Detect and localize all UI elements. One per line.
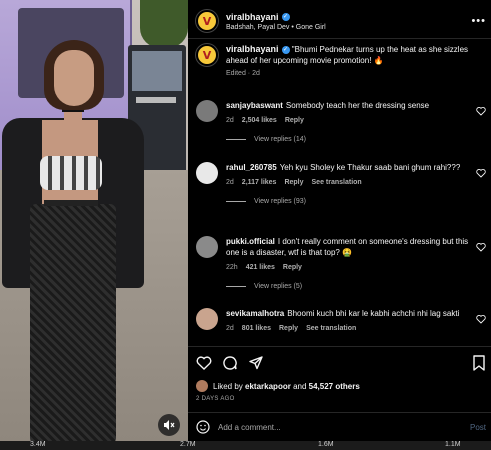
- post-modal: V viralbhayani ✓ Badshah, Payal Dev • Gon…: [0, 0, 491, 450]
- comment-icon[interactable]: [222, 355, 238, 371]
- likes-count[interactable]: 54,527 others: [309, 382, 360, 391]
- avatar[interactable]: V: [196, 10, 218, 32]
- reel-view-count[interactable]: 1.1M: [445, 441, 461, 448]
- reply-button[interactable]: Reply: [279, 325, 298, 332]
- reply-button[interactable]: Reply: [284, 179, 303, 186]
- verified-badge-icon: ✓: [281, 45, 290, 54]
- caption-meta: Edited · 2d: [226, 70, 260, 77]
- reply-button[interactable]: Reply: [285, 117, 304, 124]
- divider: [188, 38, 491, 39]
- comment-time: 2d: [226, 117, 234, 124]
- post-header: V viralbhayani ✓ Badshah, Payal Dev • Gon…: [196, 6, 486, 36]
- comment-likes[interactable]: 801 likes: [242, 325, 271, 332]
- comment-username[interactable]: rahul_260785: [226, 163, 277, 172]
- comment-item: sevikamalhotra Bhoomi kuch bhi kar le kab…: [196, 308, 486, 334]
- post-video[interactable]: [0, 0, 188, 441]
- avatar[interactable]: [196, 100, 218, 122]
- comment-item: pukki.official I don't really comment on …: [196, 236, 486, 290]
- comment-item: rahul_260785 Yeh kyu Sholey ke Thakur saa…: [196, 162, 486, 205]
- reel-view-count[interactable]: 3.4M: [30, 441, 46, 448]
- post-details-panel: V viralbhayani ✓ Badshah, Payal Dev • Gon…: [188, 0, 491, 441]
- bookmark-icon[interactable]: [472, 355, 486, 371]
- speaker-muted-icon: [164, 420, 175, 430]
- comment-time: 22h: [226, 264, 238, 271]
- comment-like-icon[interactable]: [476, 314, 486, 324]
- reply-button[interactable]: Reply: [283, 264, 302, 271]
- comment-like-icon[interactable]: [476, 168, 486, 178]
- see-translation-button[interactable]: See translation: [312, 179, 362, 186]
- liker-avatar[interactable]: [196, 380, 208, 392]
- comment-time: 2d: [226, 325, 234, 332]
- mute-button[interactable]: [158, 414, 180, 436]
- related-reels-strip: 3.4M 2.7M 1.6M 1.1M: [0, 441, 491, 450]
- comment-username[interactable]: sanjaybaswant: [226, 101, 283, 110]
- likes-summary: Liked by ektarkapoor and 54,527 others: [196, 380, 360, 392]
- view-replies-button[interactable]: View replies (5): [226, 283, 486, 290]
- comment-time: 2d: [226, 179, 234, 186]
- comment-likes[interactable]: 2,504 likes: [242, 117, 277, 124]
- post-date: 2 DAYS AGO: [196, 396, 235, 402]
- comment-input[interactable]: Add a comment...: [218, 423, 470, 432]
- divider: [188, 346, 491, 347]
- comment-text: Bhoomi kuch bhi kar le kabhi achchi nhi …: [287, 309, 460, 318]
- share-icon[interactable]: [248, 355, 264, 371]
- see-translation-button[interactable]: See translation: [306, 325, 356, 332]
- heart-icon[interactable]: [196, 355, 212, 371]
- avatar[interactable]: [196, 308, 218, 330]
- avatar[interactable]: [196, 162, 218, 184]
- person-figure: [0, 40, 150, 441]
- action-bar: [196, 352, 486, 374]
- header-username[interactable]: viralbhayani: [226, 12, 279, 22]
- emoji-icon[interactable]: [196, 420, 210, 434]
- likes-and: and: [293, 381, 307, 391]
- comment-text: Yeh kyu Sholey ke Thakur saab bani ghum …: [279, 163, 461, 172]
- comment-username[interactable]: pukki.official: [226, 237, 275, 246]
- more-options-icon[interactable]: •••: [471, 15, 486, 27]
- reel-view-count[interactable]: 2.7M: [180, 441, 196, 448]
- liker-username[interactable]: ektarkapoor: [245, 382, 291, 391]
- comment-likes[interactable]: 421 likes: [246, 264, 275, 271]
- comment-text: Somebody teach her the dressing sense: [285, 101, 430, 110]
- comment-item: sanjaybaswant Somebody teach her the dres…: [196, 100, 486, 143]
- avatar[interactable]: [196, 236, 218, 258]
- view-replies-button[interactable]: View replies (14): [226, 136, 486, 143]
- caption: V viralbhayani ✓ "Bhumi Pednekar turns up…: [196, 44, 486, 77]
- add-comment-bar: Add a comment... Post: [196, 418, 486, 436]
- comment-like-icon[interactable]: [476, 242, 486, 252]
- likes-prefix: Liked by: [213, 381, 243, 391]
- verified-badge-icon: ✓: [281, 13, 290, 22]
- caption-avatar[interactable]: V: [196, 44, 218, 66]
- post-button[interactable]: Post: [470, 423, 486, 432]
- comment-like-icon[interactable]: [476, 106, 486, 116]
- caption-username[interactable]: viralbhayani: [226, 44, 279, 54]
- reel-view-count[interactable]: 1.6M: [318, 441, 334, 448]
- comment-username[interactable]: sevikamalhotra: [226, 309, 284, 318]
- audio-label[interactable]: Badshah, Payal Dev • Gone Girl: [226, 24, 326, 31]
- comment-likes[interactable]: 2,117 likes: [242, 179, 277, 186]
- view-replies-button[interactable]: View replies (93): [226, 198, 486, 205]
- divider: [188, 412, 491, 413]
